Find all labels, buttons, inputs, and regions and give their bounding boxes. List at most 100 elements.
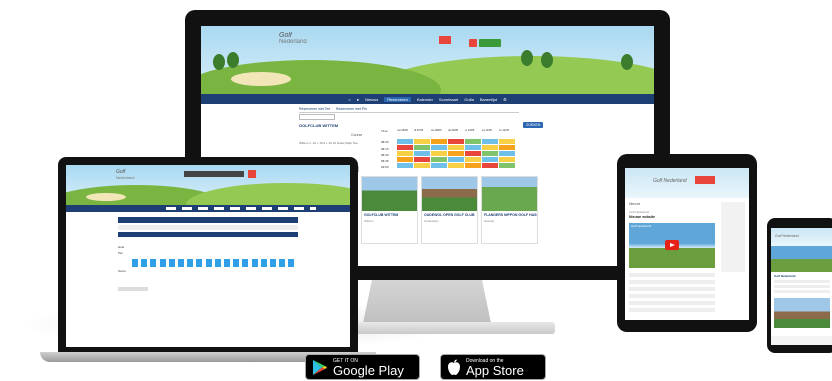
tab-reserveren-pin[interactable]: Reserveren met Pin [336, 107, 367, 111]
score-cell[interactable] [242, 259, 249, 267]
tee-time-slot[interactable] [431, 151, 447, 156]
tee-time-slot[interactable] [414, 163, 430, 168]
score-cell[interactable] [196, 259, 203, 267]
club-photo [362, 177, 417, 211]
tee-time-slot[interactable] [397, 163, 413, 168]
phone-club-photo[interactable] [774, 298, 830, 328]
login-button[interactable] [479, 39, 501, 47]
nav-golfa[interactable]: Golfa [464, 97, 474, 102]
score-cell[interactable] [251, 259, 258, 267]
tee-time-slot[interactable] [482, 163, 498, 168]
score-cell[interactable] [205, 259, 212, 267]
score-cell[interactable] [224, 259, 230, 267]
nav-banenlijst[interactable]: Banenlijst [480, 97, 497, 102]
search-button[interactable]: ZOEKEN [523, 113, 544, 131]
tee-time-slot[interactable] [448, 145, 464, 150]
score-cell[interactable] [178, 259, 184, 267]
tab-reserveren-tee[interactable]: Reserveren met Tee [299, 107, 330, 111]
google-play-badge[interactable]: GET IT ON Google Play [305, 354, 420, 380]
nav-nieuws[interactable]: Nieuws [365, 97, 378, 102]
user-icon[interactable]: ● [357, 97, 359, 102]
club-card[interactable]: OUDEWOL OPEN GOLF CLUB Oudewater [421, 176, 478, 244]
tee-time-slot[interactable] [482, 151, 498, 156]
scorekaart-title-bar: Scorekaart [118, 217, 298, 231]
score-cell[interactable] [141, 259, 148, 267]
tee-time-slot[interactable] [431, 145, 447, 150]
score-cell[interactable] [279, 259, 286, 267]
settings-icon[interactable]: ⚙ [503, 97, 507, 102]
tee-time-slot[interactable] [465, 145, 481, 150]
laptop-logo[interactable]: Golf Nederland [116, 169, 156, 183]
score-cell[interactable] [150, 259, 157, 267]
tablet-logo[interactable]: Golf Nederland [653, 178, 687, 184]
tee-time-slot[interactable] [482, 157, 498, 162]
score-cell[interactable] [260, 259, 267, 267]
tee-time-slot[interactable] [448, 157, 464, 162]
tee-time-slot[interactable] [431, 163, 447, 168]
club-card[interactable]: GOLFCLUB WITTEM Wittem [361, 176, 418, 244]
hill [186, 183, 350, 205]
tree-icon [541, 52, 553, 68]
tee-time-slot[interactable] [482, 145, 498, 150]
tee-time-slot[interactable] [448, 163, 464, 168]
tee-time-slot[interactable] [499, 163, 515, 168]
tee-time-slot[interactable] [397, 157, 413, 162]
tee-time-slot[interactable] [414, 139, 430, 144]
nav-scorekaart[interactable]: Scorekaart [439, 97, 458, 102]
score-cell[interactable] [233, 259, 240, 267]
tree-icon [213, 54, 225, 70]
tee-time-slot[interactable] [465, 139, 481, 144]
tee-time-slot[interactable] [499, 145, 515, 150]
score-cell[interactable] [187, 259, 194, 267]
badge-icon[interactable] [695, 176, 715, 184]
desktop-logo[interactable]: Golf Nederland [279, 32, 327, 50]
score-cell[interactable] [270, 259, 276, 267]
tee-time-slot[interactable] [499, 139, 515, 144]
search-button-label: ZOEKEN [523, 122, 544, 128]
tee-time-slot[interactable] [397, 145, 413, 150]
tee-time-slot[interactable] [499, 157, 515, 162]
score-cell[interactable] [168, 259, 175, 267]
badge-icon[interactable] [469, 39, 477, 47]
tee-time-slot[interactable] [448, 139, 464, 144]
nav-items[interactable] [166, 207, 316, 210]
day-header: wo 08/05 [431, 129, 442, 132]
club-card[interactable]: FLANDERS NIPPON GOLF HASSELT Hasselt [481, 176, 538, 244]
tee-time-slot[interactable] [397, 151, 413, 156]
laptop-screen: Golf Nederland Scorekaart Hole Par Score [66, 165, 350, 347]
tee-time-slot[interactable] [499, 151, 515, 156]
tee-time-slot[interactable] [482, 139, 498, 144]
tee-time-slot[interactable] [414, 151, 430, 156]
tee-time-slot[interactable] [431, 139, 447, 144]
nav-kalender[interactable]: Kalender [417, 97, 433, 102]
tee-time-slot[interactable] [465, 163, 481, 168]
nav-reserveren[interactable]: Reserveren [384, 96, 411, 102]
tee-time-slot[interactable] [414, 157, 430, 162]
course-name: Wittem 1: 10 + 10 9 + 10 10 Holes Wijer … [299, 141, 358, 145]
tee-time-slot[interactable] [414, 145, 430, 150]
tee-time-slot[interactable] [431, 157, 447, 162]
app-store-badge[interactable]: Download on the App Store [440, 354, 546, 380]
badge-icon[interactable] [248, 170, 256, 178]
tee-time-slot[interactable] [448, 151, 464, 156]
footer-link[interactable] [118, 287, 148, 291]
day-header: vr 10/05 [465, 129, 475, 132]
tee-time-slot[interactable] [465, 157, 481, 162]
date-select[interactable] [299, 114, 335, 120]
score-cell[interactable] [159, 259, 166, 267]
logo-line2: Nederland [279, 39, 307, 45]
score-cell[interactable] [288, 259, 295, 267]
time-label: 09:00 [381, 165, 389, 169]
app-store-big: App Store [466, 362, 524, 378]
video-player[interactable]: Golf Nederland [629, 223, 715, 268]
phone-logo[interactable]: Golf Nederland [775, 234, 799, 238]
tee-time-slot[interactable] [465, 151, 481, 156]
home-icon[interactable]: ⌂ [348, 97, 350, 102]
tree-icon [521, 50, 533, 66]
score-cell[interactable] [132, 259, 138, 267]
score-cell[interactable] [214, 259, 221, 267]
phone-hero-image[interactable] [771, 246, 832, 272]
tablet-sidebar [721, 202, 745, 272]
tee-time-slot[interactable] [397, 139, 413, 144]
play-icon[interactable] [665, 240, 679, 250]
